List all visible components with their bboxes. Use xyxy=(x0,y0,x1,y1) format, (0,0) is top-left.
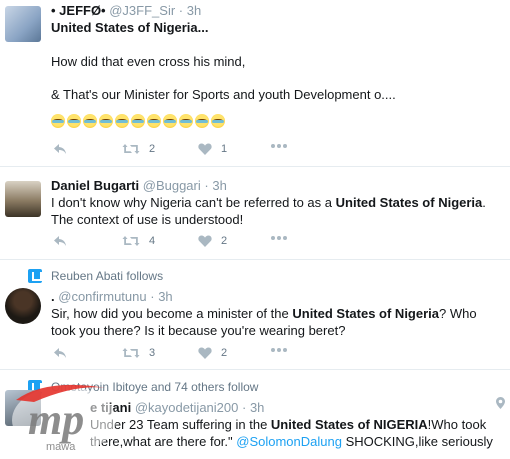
social-context[interactable]: Omotayoin Ibitoye and 74 others follow xyxy=(51,380,258,394)
laughing-emoji-icon xyxy=(67,114,81,128)
retweet-icon xyxy=(122,236,140,246)
follow-icon xyxy=(28,269,42,283)
laughing-emoji-icon xyxy=(99,114,113,128)
tweet-4[interactable]: Omotayoin Ibitoye and 74 others follow e… xyxy=(0,370,510,459)
retweet-icon xyxy=(122,144,140,154)
retweet-button[interactable]: 2 xyxy=(122,143,155,155)
laughing-emoji-icon xyxy=(115,114,129,128)
retweet-icon xyxy=(122,348,140,358)
tweet-text-line: there,what are there for." @SolomonDalun… xyxy=(90,434,493,449)
more-dots-icon xyxy=(271,348,287,352)
tweet-2[interactable]: Daniel Bugarti @Buggari · 3h I don't kno… xyxy=(0,167,510,260)
tweet-text-line: The context of use is understood! xyxy=(51,212,244,227)
more-button[interactable] xyxy=(270,235,288,241)
social-context[interactable]: Reuben Abati follows xyxy=(51,269,163,283)
retweet-count: 3 xyxy=(149,347,156,359)
laughing-emoji-icon xyxy=(147,114,161,128)
retweet-button[interactable]: 3 xyxy=(122,347,155,359)
tweet-text-line: How did that even cross his mind, xyxy=(51,54,246,69)
heart-icon xyxy=(198,235,212,247)
tweet-actions: 3 2 xyxy=(51,347,471,363)
timestamp[interactable]: 3h xyxy=(187,3,201,18)
timestamp[interactable]: 3h xyxy=(212,178,226,193)
timestamp[interactable]: 3h xyxy=(158,289,172,304)
laughing-emoji-icon xyxy=(51,114,65,128)
user-handle[interactable]: @Buggari xyxy=(143,178,201,193)
laughing-emoji-icon xyxy=(179,114,193,128)
avatar[interactable] xyxy=(5,390,41,426)
reply-button[interactable] xyxy=(53,235,67,247)
tweet-text-line: took you there? Is it because you're wea… xyxy=(51,323,346,338)
reply-icon xyxy=(54,348,66,358)
user-name[interactable]: . xyxy=(51,289,55,304)
reply-icon xyxy=(54,144,66,154)
retweet-count: 4 xyxy=(149,235,156,247)
reply-icon xyxy=(54,236,66,246)
laughing-emoji-icon xyxy=(163,114,177,128)
like-count: 1 xyxy=(221,143,228,155)
more-button[interactable] xyxy=(270,143,288,149)
laughing-emoji-row xyxy=(51,114,225,128)
tweet-header: Daniel Bugarti @Buggari · 3h xyxy=(51,178,227,193)
laughing-emoji-icon xyxy=(83,114,97,128)
tweet-header: . @confirmutunu · 3h xyxy=(51,289,173,304)
user-name[interactable]: • JEFFØ• xyxy=(51,3,106,18)
retweet-button[interactable]: 4 xyxy=(122,235,155,247)
user-name[interactable]: e tijani xyxy=(90,400,131,415)
avatar[interactable] xyxy=(5,6,41,42)
reply-button[interactable] xyxy=(53,143,67,155)
reply-button[interactable] xyxy=(53,347,67,359)
like-button[interactable]: 2 xyxy=(198,347,227,359)
tweet-actions: 2 1 xyxy=(51,143,471,159)
more-dots-icon xyxy=(271,144,287,148)
user-handle[interactable]: @confirmutunu xyxy=(58,289,146,304)
highlighted-term: United States of Nigeria xyxy=(292,306,439,321)
tweet-3[interactable]: Reuben Abati follows . @confirmutunu · 3… xyxy=(0,260,510,370)
tweet-header: • JEFFØ• @J3FF_Sir · 3h xyxy=(51,3,202,18)
retweet-count: 2 xyxy=(149,143,156,155)
more-button[interactable] xyxy=(270,347,288,353)
like-count: 2 xyxy=(221,235,228,247)
tweet-text-line: I don't know why Nigeria can't be referr… xyxy=(51,195,486,210)
like-button[interactable]: 1 xyxy=(198,143,227,155)
more-dots-icon xyxy=(271,236,287,240)
location-pin-icon[interactable] xyxy=(496,397,505,409)
timestamp[interactable]: 3h xyxy=(250,400,264,415)
tweet-1[interactable]: • JEFFØ• @J3FF_Sir · 3h United States of… xyxy=(0,0,510,167)
mention-link[interactable]: @SolomonDalung xyxy=(236,434,342,449)
laughing-emoji-icon xyxy=(195,114,209,128)
tweet-text-line: Under 23 Team suffering in the United St… xyxy=(90,417,487,432)
avatar[interactable] xyxy=(5,288,41,324)
user-name[interactable]: Daniel Bugarti xyxy=(51,178,139,193)
user-handle[interactable]: @J3FF_Sir xyxy=(109,3,175,18)
avatar[interactable] xyxy=(5,181,41,217)
like-button[interactable]: 2 xyxy=(198,235,227,247)
tweet-text-line: United States of Nigeria... xyxy=(51,20,209,35)
highlighted-term: United States of NIGERIA xyxy=(270,417,428,432)
tweet-text-line: Sir, how did you become a minister of th… xyxy=(51,306,477,321)
laughing-emoji-icon xyxy=(131,114,145,128)
laughing-emoji-icon xyxy=(211,114,225,128)
user-handle[interactable]: @kayodetijani200 xyxy=(135,400,239,415)
heart-icon xyxy=(198,347,212,359)
highlighted-term: United States of Nigeria xyxy=(335,195,483,210)
tweet-text-line: & That's our Minister for Sports and you… xyxy=(51,87,396,102)
heart-icon xyxy=(198,143,212,155)
like-count: 2 xyxy=(221,347,228,359)
tweet-actions: 4 2 xyxy=(51,235,471,251)
tweet-header: e tijani @kayodetijani200 · 3h xyxy=(90,400,265,415)
